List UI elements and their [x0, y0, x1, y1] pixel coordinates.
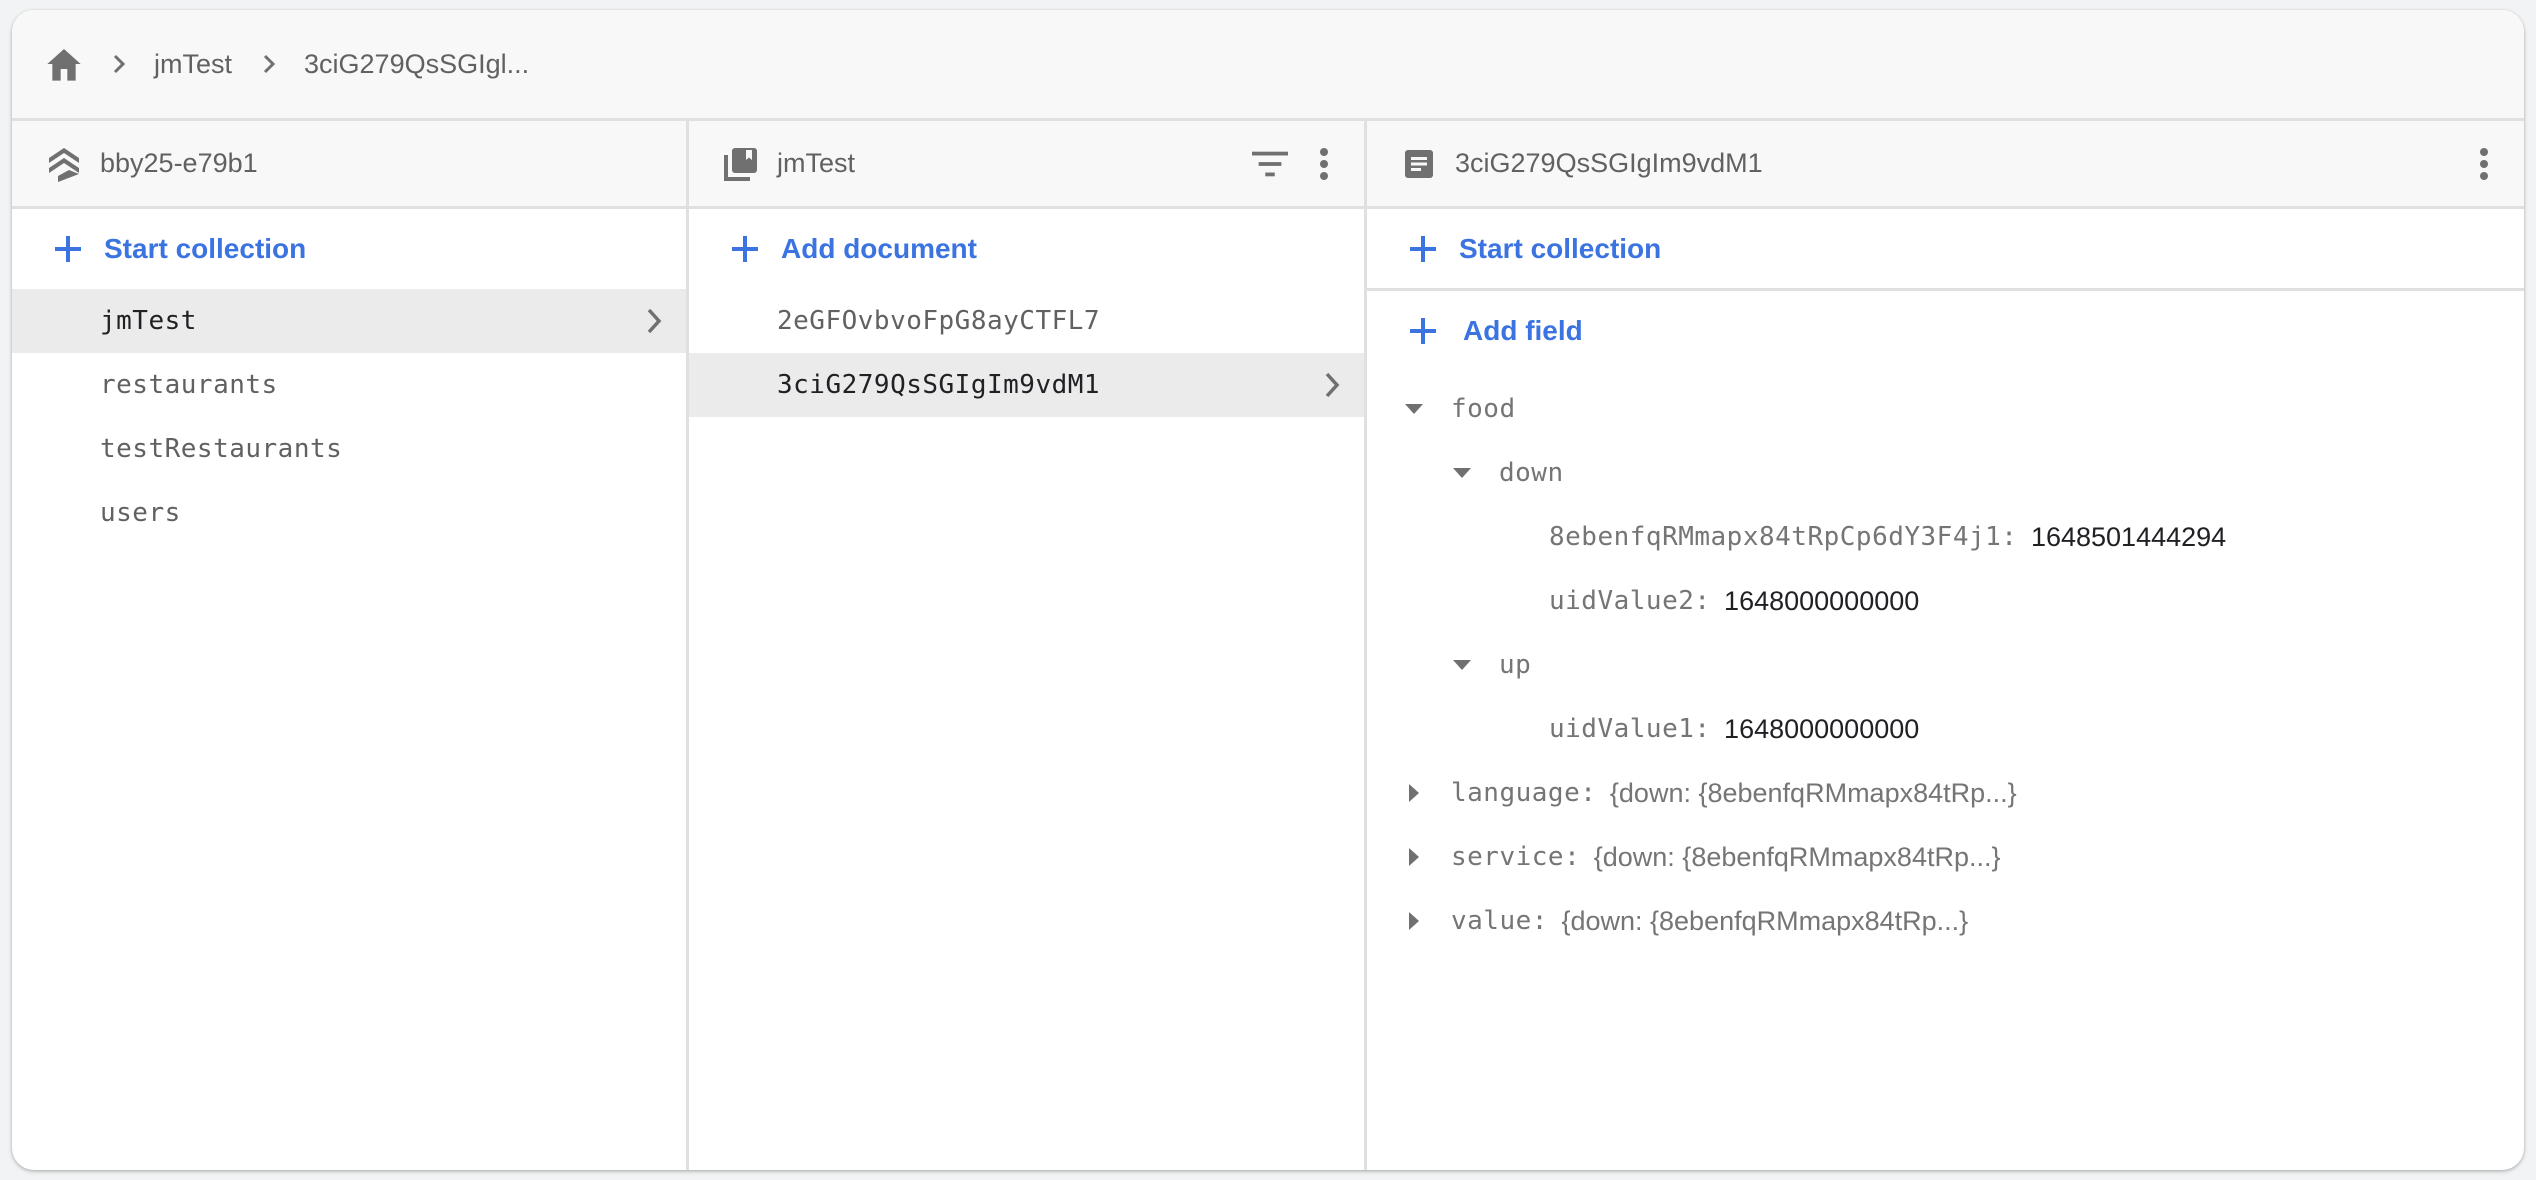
chevron-right-icon — [112, 44, 132, 84]
document-title: 3ciG279QsSGIgIm9vdM1 — [1455, 148, 1763, 178]
field-colon: : — [1564, 842, 1580, 872]
collection-name: jmTest — [100, 306, 197, 336]
add-document-button[interactable]: Add document — [689, 209, 1364, 289]
collection-name: testRestaurants — [100, 434, 343, 464]
project-title: bby25-e79b1 — [100, 148, 258, 178]
collection-icon — [723, 146, 759, 182]
expanded-arrow-icon[interactable] — [1451, 462, 1473, 484]
field-row[interactable]: uidValue2: 1648000000000 — [1367, 569, 2524, 633]
field-key: food — [1451, 394, 1516, 424]
start-subcollection-button[interactable]: Start collection — [1367, 209, 2524, 291]
field-row: up — [1367, 633, 2524, 697]
collection-item[interactable]: restaurants — [12, 353, 686, 417]
collection-column: jmTest Add document 2eGFOvbvoFpG8ayCTFL7… — [689, 121, 1367, 1170]
firestore-data-panel: jmTest 3ciG279QsSGIgl... bby25-e79b1 Sta… — [12, 10, 2524, 1170]
collection-item[interactable]: jmTest — [12, 289, 686, 353]
root-column-header: bby25-e79b1 — [12, 121, 686, 209]
expanded-arrow-icon[interactable] — [1451, 654, 1473, 676]
collection-list: jmTest restaurants testRestaurants users — [12, 289, 686, 545]
field-colon: : — [1694, 586, 1711, 616]
field-key: 8ebenfqRMmapx84tRpCp6dY3F4j1 — [1549, 522, 2002, 552]
document-actions — [2466, 121, 2502, 206]
field-colon: : — [2001, 522, 2017, 552]
collection-name: users — [100, 498, 181, 528]
collection-name: restaurants — [100, 370, 278, 400]
chevron-right-icon — [1324, 353, 1340, 417]
more-vert-icon[interactable] — [2466, 142, 2502, 186]
field-colon: : — [1580, 778, 1596, 808]
field-row[interactable]: uidValue1: 1648000000000 — [1367, 697, 2524, 761]
field-value: 1648000000000 — [1724, 713, 1920, 744]
more-vert-icon[interactable] — [1306, 142, 1342, 186]
start-collection-label: Start collection — [1459, 232, 1662, 264]
filter-icon[interactable] — [1252, 142, 1288, 186]
field-row[interactable]: value: {down: {8ebenfqRMmapx84tRp...} — [1367, 889, 2524, 953]
root-column: bby25-e79b1 Start collection jmTest rest… — [12, 121, 689, 1170]
field-key: value — [1451, 906, 1532, 936]
field-key: uidValue1 — [1549, 714, 1695, 744]
add-field-label: Add field — [1463, 315, 1583, 346]
field-value: 1648501444294 — [2030, 521, 2227, 552]
document-list: 2eGFOvbvoFpG8ayCTFL7 3ciG279QsSGIgIm9vdM… — [689, 289, 1364, 417]
home-icon[interactable] — [44, 44, 84, 84]
chevron-right-icon — [646, 289, 662, 353]
field-value: 1648000000000 — [1724, 585, 1920, 616]
document-id: 3ciG279QsSGIgIm9vdM1 — [777, 370, 1101, 400]
field-colon: : — [1694, 714, 1711, 744]
field-key: up — [1499, 650, 1532, 680]
add-document-label: Add document — [781, 233, 977, 264]
expanded-arrow-icon[interactable] — [1403, 398, 1425, 420]
field-key: uidValue2 — [1549, 586, 1695, 616]
field-key: service — [1451, 842, 1565, 872]
firestore-stack-icon — [46, 146, 82, 182]
breadcrumb: jmTest 3ciG279QsSGIgl... — [12, 10, 2524, 121]
field-preview: {down: {8ebenfqRMmapx84tRp...} — [1561, 905, 1969, 936]
field-row: food — [1367, 377, 2524, 441]
field-tree: food down 8ebenfqRMmapx84tRpCp6dY3F4j1: … — [1367, 371, 2524, 953]
collection-actions — [1252, 121, 1342, 206]
collection-item[interactable]: testRestaurants — [12, 417, 686, 481]
columns: bby25-e79b1 Start collection jmTest rest… — [12, 121, 2524, 1170]
field-key: language — [1451, 778, 1581, 808]
collapsed-arrow-icon[interactable] — [1403, 782, 1425, 804]
collapsed-arrow-icon[interactable] — [1403, 910, 1425, 932]
field-row: down — [1367, 441, 2524, 505]
breadcrumb-collection[interactable]: jmTest — [154, 49, 232, 80]
collection-item[interactable]: users — [12, 481, 686, 545]
document-icon — [1401, 146, 1437, 182]
plus-icon — [1407, 233, 1439, 265]
collection-column-header: jmTest — [689, 121, 1364, 209]
add-field-button[interactable]: Add field — [1367, 291, 2524, 371]
breadcrumb-document[interactable]: 3ciG279QsSGIgl... — [304, 49, 529, 80]
field-row[interactable]: language: {down: {8ebenfqRMmapx84tRp...} — [1367, 761, 2524, 825]
start-collection-label: Start collection — [104, 233, 307, 264]
collection-title: jmTest — [777, 148, 856, 178]
field-row[interactable]: 8ebenfqRMmapx84tRpCp6dY3F4j1: 1648501444… — [1367, 505, 2524, 569]
field-preview: {down: {8ebenfqRMmapx84tRp...} — [1609, 777, 2017, 808]
field-preview: {down: {8ebenfqRMmapx84tRp...} — [1593, 841, 2001, 872]
document-id: 2eGFOvbvoFpG8ayCTFL7 — [777, 306, 1101, 336]
field-row[interactable]: service: {down: {8ebenfqRMmapx84tRp...} — [1367, 825, 2524, 889]
document-item[interactable]: 2eGFOvbvoFpG8ayCTFL7 — [689, 289, 1364, 353]
field-key: down — [1499, 458, 1564, 488]
plus-icon — [52, 233, 84, 265]
chevron-right-icon — [262, 44, 282, 84]
collapsed-arrow-icon[interactable] — [1403, 846, 1425, 868]
plus-icon — [729, 233, 761, 265]
document-column: 3ciG279QsSGIgIm9vdM1 Start collection Ad… — [1367, 121, 2524, 1170]
start-collection-button[interactable]: Start collection — [12, 209, 686, 289]
plus-icon — [1407, 315, 1439, 347]
field-colon: : — [1531, 906, 1548, 936]
document-column-header: 3ciG279QsSGIgIm9vdM1 — [1367, 121, 2524, 209]
document-item[interactable]: 3ciG279QsSGIgIm9vdM1 — [689, 353, 1364, 417]
